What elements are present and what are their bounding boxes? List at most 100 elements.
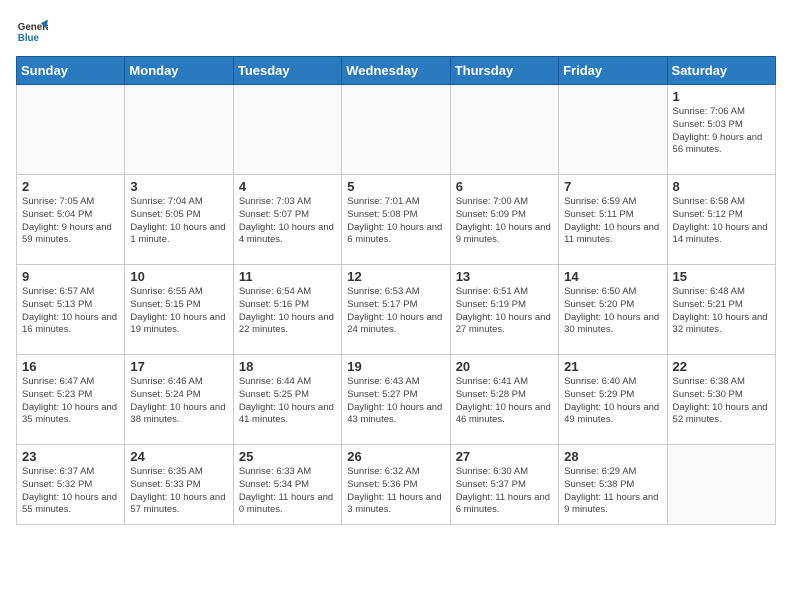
day-info: Sunrise: 6:38 AM Sunset: 5:30 PM Dayligh… — [673, 376, 770, 427]
calendar-cell: 6 Sunrise: 7:00 AM Sunset: 5:09 PM Daylig… — [450, 175, 558, 265]
calendar-cell: 26 Sunrise: 6:32 AM Sunset: 5:36 PM Dayli… — [342, 445, 450, 525]
calendar-header-saturday: Saturday — [667, 57, 775, 85]
calendar-header-thursday: Thursday — [450, 57, 558, 85]
day-info: Sunrise: 7:06 AM Sunset: 5:03 PM Dayligh… — [673, 106, 770, 157]
day-number: 15 — [673, 269, 770, 284]
calendar-header-wednesday: Wednesday — [342, 57, 450, 85]
calendar-header-row: SundayMondayTuesdayWednesdayThursdayFrid… — [17, 57, 776, 85]
calendar-cell: 20 Sunrise: 6:41 AM Sunset: 5:28 PM Dayli… — [450, 355, 558, 445]
calendar-cell: 23Sunrise: 6:37 AM Sunset: 5:32 PM Dayli… — [17, 445, 125, 525]
day-number: 23 — [22, 449, 119, 464]
calendar-cell — [450, 85, 558, 175]
calendar-week-3: 16 Sunrise: 6:47 AM Sunset: 5:23 PM Dayli… — [17, 355, 776, 445]
logo-icon: General Blue — [16, 16, 48, 48]
calendar-cell: 19 Sunrise: 6:43 AM Sunset: 5:27 PM Dayli… — [342, 355, 450, 445]
day-number: 3 — [130, 179, 227, 194]
calendar-cell: 10Sunrise: 6:55 AM Sunset: 5:15 PM Dayli… — [125, 265, 233, 355]
calendar-cell: 3 Sunrise: 7:04 AM Sunset: 5:05 PM Daylig… — [125, 175, 233, 265]
calendar-header-friday: Friday — [559, 57, 667, 85]
day-info: Sunrise: 6:32 AM Sunset: 5:36 PM Dayligh… — [347, 466, 444, 517]
day-number: 19 — [347, 359, 444, 374]
calendar-header-sunday: Sunday — [17, 57, 125, 85]
calendar-cell: 7Sunrise: 6:59 AM Sunset: 5:11 PM Daylig… — [559, 175, 667, 265]
calendar-cell: 24 Sunrise: 6:35 AM Sunset: 5:33 PM Dayli… — [125, 445, 233, 525]
day-number: 28 — [564, 449, 661, 464]
day-number: 24 — [130, 449, 227, 464]
calendar-cell — [17, 85, 125, 175]
calendar-cell: 9 Sunrise: 6:57 AM Sunset: 5:13 PM Daylig… — [17, 265, 125, 355]
day-number: 22 — [673, 359, 770, 374]
calendar-cell: 27 Sunrise: 6:30 AM Sunset: 5:37 PM Dayli… — [450, 445, 558, 525]
calendar-week-2: 9 Sunrise: 6:57 AM Sunset: 5:13 PM Daylig… — [17, 265, 776, 355]
calendar-table: SundayMondayTuesdayWednesdayThursdayFrid… — [16, 56, 776, 525]
day-number: 16 — [22, 359, 119, 374]
day-number: 13 — [456, 269, 553, 284]
day-info: Sunrise: 7:00 AM Sunset: 5:09 PM Dayligh… — [456, 196, 553, 247]
day-number: 20 — [456, 359, 553, 374]
calendar-cell: 17Sunrise: 6:46 AM Sunset: 5:24 PM Dayli… — [125, 355, 233, 445]
calendar-cell: 14 Sunrise: 6:50 AM Sunset: 5:20 PM Dayli… — [559, 265, 667, 355]
calendar-cell: 28 Sunrise: 6:29 AM Sunset: 5:38 PM Dayli… — [559, 445, 667, 525]
calendar-cell: 25 Sunrise: 6:33 AM Sunset: 5:34 PM Dayli… — [233, 445, 341, 525]
calendar-cell: 16 Sunrise: 6:47 AM Sunset: 5:23 PM Dayli… — [17, 355, 125, 445]
day-number: 11 — [239, 269, 336, 284]
calendar-cell: 12Sunrise: 6:53 AM Sunset: 5:17 PM Dayli… — [342, 265, 450, 355]
page-header: General Blue — [16, 16, 776, 48]
calendar-cell — [125, 85, 233, 175]
day-info: Sunrise: 6:47 AM Sunset: 5:23 PM Dayligh… — [22, 376, 119, 427]
day-info: Sunrise: 6:40 AM Sunset: 5:29 PM Dayligh… — [564, 376, 661, 427]
day-number: 10 — [130, 269, 227, 284]
calendar-cell: 4 Sunrise: 7:03 AM Sunset: 5:07 PM Daylig… — [233, 175, 341, 265]
day-info: Sunrise: 6:53 AM Sunset: 5:17 PM Dayligh… — [347, 286, 444, 337]
day-number: 4 — [239, 179, 336, 194]
calendar-cell — [233, 85, 341, 175]
calendar-header-tuesday: Tuesday — [233, 57, 341, 85]
calendar-header-monday: Monday — [125, 57, 233, 85]
day-number: 14 — [564, 269, 661, 284]
day-info: Sunrise: 6:54 AM Sunset: 5:16 PM Dayligh… — [239, 286, 336, 337]
calendar-week-4: 23Sunrise: 6:37 AM Sunset: 5:32 PM Dayli… — [17, 445, 776, 525]
day-info: Sunrise: 6:48 AM Sunset: 5:21 PM Dayligh… — [673, 286, 770, 337]
calendar-cell: 13 Sunrise: 6:51 AM Sunset: 5:19 PM Dayli… — [450, 265, 558, 355]
day-number: 8 — [673, 179, 770, 194]
day-info: Sunrise: 7:04 AM Sunset: 5:05 PM Dayligh… — [130, 196, 227, 247]
day-number: 7 — [564, 179, 661, 194]
day-number: 2 — [22, 179, 119, 194]
calendar-cell: 21 Sunrise: 6:40 AM Sunset: 5:29 PM Dayli… — [559, 355, 667, 445]
day-number: 27 — [456, 449, 553, 464]
day-info: Sunrise: 6:57 AM Sunset: 5:13 PM Dayligh… — [22, 286, 119, 337]
day-info: Sunrise: 6:50 AM Sunset: 5:20 PM Dayligh… — [564, 286, 661, 337]
day-number: 5 — [347, 179, 444, 194]
day-info: Sunrise: 6:43 AM Sunset: 5:27 PM Dayligh… — [347, 376, 444, 427]
day-number: 9 — [22, 269, 119, 284]
day-info: Sunrise: 6:33 AM Sunset: 5:34 PM Dayligh… — [239, 466, 336, 517]
calendar-week-1: 2Sunrise: 7:05 AM Sunset: 5:04 PM Daylig… — [17, 175, 776, 265]
day-number: 6 — [456, 179, 553, 194]
day-info: Sunrise: 6:46 AM Sunset: 5:24 PM Dayligh… — [130, 376, 227, 427]
calendar-cell — [342, 85, 450, 175]
logo: General Blue — [16, 16, 48, 48]
day-info: Sunrise: 6:44 AM Sunset: 5:25 PM Dayligh… — [239, 376, 336, 427]
calendar-cell: 1 Sunrise: 7:06 AM Sunset: 5:03 PM Daylig… — [667, 85, 775, 175]
svg-text:Blue: Blue — [18, 33, 40, 44]
day-number: 21 — [564, 359, 661, 374]
calendar-cell: 5 Sunrise: 7:01 AM Sunset: 5:08 PM Daylig… — [342, 175, 450, 265]
day-info: Sunrise: 7:01 AM Sunset: 5:08 PM Dayligh… — [347, 196, 444, 247]
calendar-cell — [667, 445, 775, 525]
calendar-week-0: 1 Sunrise: 7:06 AM Sunset: 5:03 PM Daylig… — [17, 85, 776, 175]
calendar-cell: 22 Sunrise: 6:38 AM Sunset: 5:30 PM Dayli… — [667, 355, 775, 445]
day-info: Sunrise: 6:29 AM Sunset: 5:38 PM Dayligh… — [564, 466, 661, 517]
day-info: Sunrise: 6:41 AM Sunset: 5:28 PM Dayligh… — [456, 376, 553, 427]
calendar-cell: 11 Sunrise: 6:54 AM Sunset: 5:16 PM Dayli… — [233, 265, 341, 355]
day-info: Sunrise: 6:35 AM Sunset: 5:33 PM Dayligh… — [130, 466, 227, 517]
day-number: 1 — [673, 89, 770, 104]
calendar-cell — [559, 85, 667, 175]
day-number: 26 — [347, 449, 444, 464]
day-number: 25 — [239, 449, 336, 464]
day-info: Sunrise: 6:51 AM Sunset: 5:19 PM Dayligh… — [456, 286, 553, 337]
day-number: 18 — [239, 359, 336, 374]
calendar-cell: 2Sunrise: 7:05 AM Sunset: 5:04 PM Daylig… — [17, 175, 125, 265]
day-info: Sunrise: 7:03 AM Sunset: 5:07 PM Dayligh… — [239, 196, 336, 247]
calendar-cell: 8Sunrise: 6:58 AM Sunset: 5:12 PM Daylig… — [667, 175, 775, 265]
day-info: Sunrise: 6:30 AM Sunset: 5:37 PM Dayligh… — [456, 466, 553, 517]
